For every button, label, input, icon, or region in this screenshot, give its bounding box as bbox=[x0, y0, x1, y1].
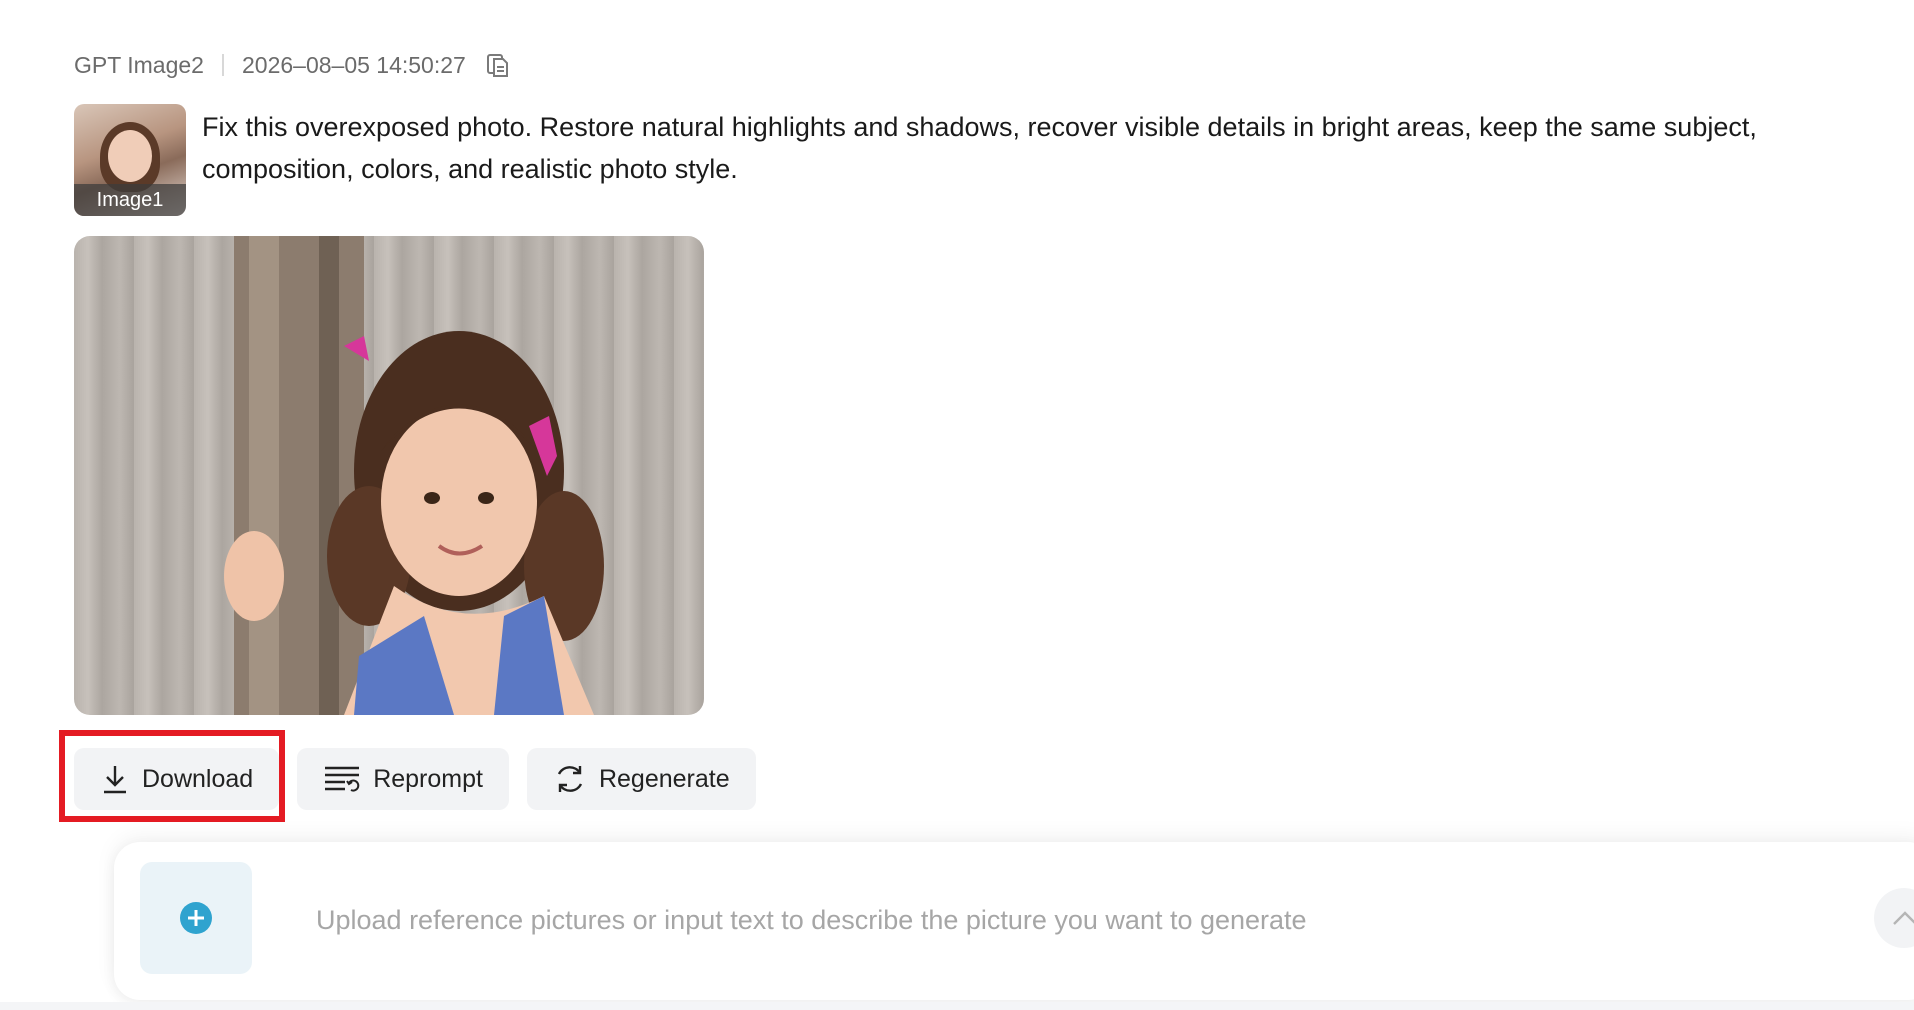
upload-button[interactable] bbox=[140, 862, 252, 974]
meta-divider bbox=[221, 54, 224, 76]
timestamp: 2026–08–05 14:50:27 bbox=[241, 51, 466, 78]
reference-thumbnail[interactable]: Image1 bbox=[74, 104, 186, 216]
regenerate-label: Regenerate bbox=[598, 764, 730, 793]
plus-circle-icon bbox=[180, 902, 212, 934]
download-icon bbox=[104, 766, 126, 794]
generated-photo bbox=[224, 236, 604, 715]
download-label: Download bbox=[142, 764, 254, 793]
expand-button[interactable] bbox=[1874, 888, 1914, 948]
copy-icon[interactable] bbox=[486, 52, 510, 78]
generated-image[interactable] bbox=[74, 236, 704, 715]
reprompt-icon bbox=[325, 766, 360, 792]
download-button[interactable]: Download bbox=[74, 748, 280, 810]
action-buttons: Download Reprompt Regenerate bbox=[74, 748, 756, 810]
regenerate-icon bbox=[557, 766, 583, 792]
prompt-input[interactable] bbox=[314, 894, 1668, 946]
bottom-divider bbox=[0, 1002, 1914, 1010]
message-meta: GPT Image2 2026–08–05 14:50:27 bbox=[74, 50, 510, 80]
thumbnail-face bbox=[108, 130, 152, 182]
prompt-text: Fix this overexposed photo. Restore natu… bbox=[202, 112, 1757, 184]
reprompt-label: Reprompt bbox=[373, 764, 483, 793]
chevron-up-icon bbox=[1893, 911, 1914, 925]
model-name: GPT Image2 bbox=[74, 51, 204, 78]
reference-label: Image1 bbox=[74, 184, 186, 216]
regenerate-button[interactable]: Regenerate bbox=[526, 748, 756, 810]
prompt-composer bbox=[114, 842, 1914, 1000]
reprompt-button[interactable]: Reprompt bbox=[297, 748, 509, 810]
